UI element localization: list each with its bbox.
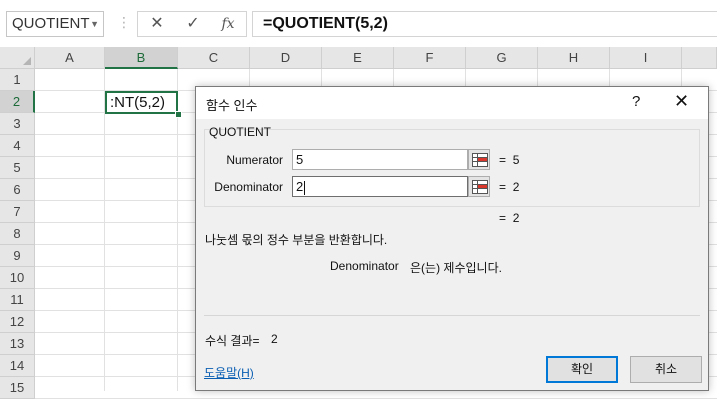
row-header-1[interactable]: 1 — [0, 69, 35, 91]
active-cell-b2[interactable]: :NT(5,2) — [105, 91, 178, 114]
dialog-titlebar[interactable]: 함수 인수 ? ✕ — [196, 87, 708, 119]
formula-result-value: 2 — [271, 332, 278, 346]
row-header-11[interactable]: 11 — [0, 289, 35, 311]
row-header-13[interactable]: 13 — [0, 333, 35, 355]
text-caret — [304, 180, 306, 195]
column-header-b[interactable]: B — [105, 47, 178, 69]
column-header-h[interactable]: H — [538, 47, 610, 69]
name-box-value: QUOTIENT — [12, 15, 90, 32]
column-header-c[interactable]: C — [178, 47, 250, 69]
column-header-a[interactable]: A — [35, 47, 105, 69]
numerator-result-value: 5 — [512, 153, 520, 167]
row-header-6[interactable]: 6 — [0, 179, 35, 201]
denominator-input-value: 2 — [296, 179, 304, 194]
drag-handle-icon[interactable]: ⋮ — [117, 14, 131, 31]
row-header-12[interactable]: 12 — [0, 311, 35, 333]
column-header-e[interactable]: E — [322, 47, 394, 69]
ok-button[interactable]: 확인 — [546, 356, 618, 383]
close-icon[interactable]: ✕ — [674, 91, 689, 112]
row-header-2[interactable]: 2 — [0, 91, 35, 113]
column-header-g[interactable]: G — [466, 47, 538, 69]
cancel-button[interactable]: 취소 — [630, 356, 702, 383]
function-result-eq: = — [499, 211, 507, 225]
function-result: = 2 — [499, 211, 519, 225]
argument-description-name: Denominator — [330, 259, 399, 273]
denominator-label: Denominator — [214, 180, 283, 194]
select-all-button[interactable] — [0, 47, 35, 69]
insert-function-icon[interactable]: fx — [211, 11, 245, 37]
column-header-d[interactable]: D — [250, 47, 322, 69]
chevron-down-icon[interactable]: ▼ — [90, 12, 99, 36]
cancel-formula-icon[interactable]: ✕ — [140, 11, 174, 37]
denominator-input[interactable]: 2 — [292, 176, 468, 197]
denominator-result-value: 2 — [512, 180, 520, 194]
range-select-icon[interactable] — [468, 176, 490, 197]
row-header-4[interactable]: 4 — [0, 135, 35, 157]
numerator-result-eq: = — [499, 153, 507, 167]
row-header-9[interactable]: 9 — [0, 245, 35, 267]
row-header-3[interactable]: 3 — [0, 113, 35, 135]
name-box[interactable]: QUOTIENT ▼ — [6, 11, 104, 37]
function-description: 나눗셈 몫의 정수 부분을 반환합니다. — [205, 233, 388, 247]
row-header-10[interactable]: 10 — [0, 267, 35, 289]
help-link[interactable]: 도움말(H) — [204, 364, 254, 381]
column-header-f[interactable]: F — [394, 47, 466, 69]
row-header-8[interactable]: 8 — [0, 223, 35, 245]
column-header-i[interactable]: I — [610, 47, 682, 69]
row-header-5[interactable]: 5 — [0, 157, 35, 179]
formula-result-label: 수식 결과= — [205, 334, 260, 348]
formula-bar: QUOTIENT ▼ ⋮ ✕ ✓ fx =QUOTIENT(5,2) — [0, 0, 717, 46]
row-header-7[interactable]: 7 — [0, 201, 35, 223]
numerator-input[interactable]: 5 — [292, 149, 468, 170]
row-header-14[interactable]: 14 — [0, 355, 35, 377]
dialog-title: 함수 인수 — [206, 98, 258, 113]
numerator-label: Numerator — [226, 153, 283, 167]
range-select-icon[interactable] — [468, 149, 490, 170]
enter-formula-icon[interactable]: ✓ — [176, 11, 210, 37]
fill-handle[interactable] — [175, 111, 182, 118]
gridline-vertical — [104, 69, 105, 391]
argument-description-text: 은(는) 제수입니다. — [410, 261, 502, 275]
function-name: QUOTIENT — [209, 125, 271, 139]
function-result-value: 2 — [512, 211, 520, 225]
row-header-15[interactable]: 15 — [0, 377, 35, 399]
denominator-result-eq: = — [499, 180, 507, 194]
function-arguments-dialog: 함수 인수 ? ✕ QUOTIENT Numerator 5 = 5 Denom… — [195, 86, 709, 391]
formula-input[interactable]: =QUOTIENT(5,2) — [252, 11, 717, 37]
numerator-result: = 5 — [499, 153, 519, 167]
help-icon[interactable]: ? — [632, 93, 640, 110]
divider — [204, 315, 700, 316]
denominator-result: = 2 — [499, 180, 519, 194]
column-header-next[interactable] — [682, 47, 717, 69]
